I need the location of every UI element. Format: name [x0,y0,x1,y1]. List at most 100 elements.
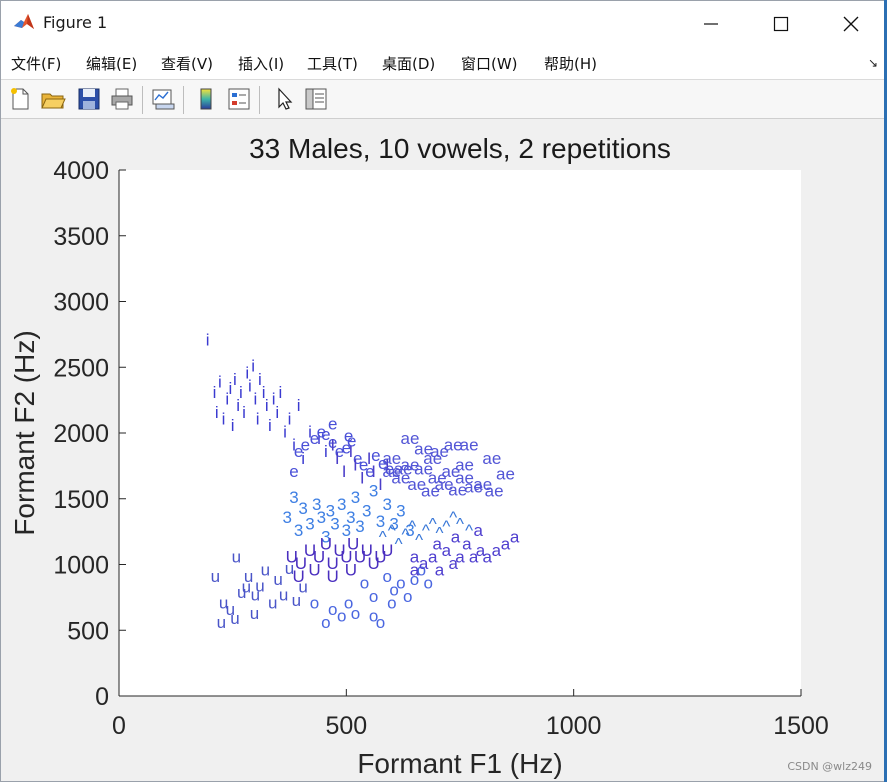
data-point-i: i [242,403,246,422]
data-point-3: 3 [351,488,360,507]
data-point-i: i [251,357,255,376]
title-bar[interactable]: Figure 1 [1,1,886,46]
y-tick-label: 3000 [53,289,109,317]
data-point-u: u [261,561,270,580]
scatter-plot[interactable]: iiiiiiiiiiiiiiiiiiiiiiiiiiiiii iieee eeeee… [1,119,886,781]
print-icon[interactable] [109,86,135,112]
data-point-i: i [279,383,283,402]
figure-canvas-area: iiiiiiiiiiiiiiiiiiiiiiiiiiiiiiiieeeeeeee… [1,119,886,781]
data-point-I: I [335,449,340,468]
data-point-u: u [268,593,277,612]
data-point-e: e [328,415,337,434]
maximize-button[interactable] [746,1,816,46]
data-point-i: i [254,390,258,409]
data-point-i: i [283,422,287,441]
menu-insert[interactable]: 插入(I) [238,53,284,74]
y-axis-label: Formant F2 (Hz) [9,330,40,535]
data-point-o: o [369,587,378,606]
colorbar-icon[interactable] [193,86,219,112]
pointer-icon[interactable] [271,86,297,112]
data-point-U: U [327,567,339,586]
data-point-a: a [473,521,483,540]
y-tick-label: 500 [67,617,109,645]
new-figure-icon[interactable] [7,86,33,112]
data-point-i: i [218,373,222,392]
data-point-ae: ae [455,455,474,474]
menu-window[interactable]: 窗口(W) [461,53,518,74]
data-point-a: a [510,528,520,547]
data-point-3: 3 [294,521,303,540]
menu-view[interactable]: 查看(V) [161,53,213,74]
data-point-e: e [289,462,298,481]
data-point-o: o [387,593,396,612]
x-tick-label: 0 [112,712,126,740]
data-point-o: o [423,574,432,593]
menu-desktop[interactable]: 桌面(D) [382,53,435,74]
data-point-o: o [403,587,412,606]
close-icon [843,16,859,31]
minimize-button[interactable] [676,1,746,46]
data-point-3: 3 [337,495,346,514]
menu-file[interactable]: 文件(F) [11,53,61,74]
data-point-3: 3 [362,501,371,520]
data-point-i: i [222,409,226,428]
matlab-logo-icon [13,12,35,34]
data-point-ae: ae [423,449,442,468]
y-tick-label: 4000 [53,157,109,185]
data-point-I: I [360,469,365,488]
menu-dock-icon[interactable]: ↘ [868,56,878,70]
data-point-I: I [353,455,358,474]
data-point-3: 3 [346,508,355,527]
x-axis-label: Formant F1 (Hz) [357,748,562,779]
data-point-U: U [345,561,357,580]
close-button[interactable] [816,1,886,46]
data-point-3: 3 [317,508,326,527]
y-tick-label: 3500 [53,223,109,251]
x-tick-label: 500 [325,712,367,740]
data-point-ae: ae [394,459,413,478]
data-point-u: u [285,559,294,578]
data-point-3: 3 [289,488,298,507]
data-point-i: i [275,403,279,422]
data-point-3: 3 [369,482,378,501]
data-point-u: u [211,567,220,586]
toolbar-separator [259,86,260,114]
csdn-watermark: CSDN @wlz249 [787,760,872,773]
data-point-u: u [217,613,226,632]
data-point-u: u [242,578,251,597]
menu-help[interactable]: 帮助(H) [544,53,597,74]
data-point-o: o [328,600,337,619]
property-inspector-icon[interactable] [303,86,329,112]
link-plot-icon[interactable] [150,86,176,112]
data-point-u: u [230,609,239,628]
save-icon[interactable] [76,86,102,112]
data-point-i: i [231,416,235,435]
data-point-a: a [435,561,445,580]
chart-title: 33 Males, 10 vowels, 2 repetitions [249,133,671,164]
menu-edit[interactable]: 编辑(E) [86,53,137,74]
data-point-U: U [308,561,320,580]
data-point-u: u [250,604,259,623]
menu-tools[interactable]: 工具(T) [307,53,358,74]
data-point-o: o [310,593,319,612]
data-point-u: u [251,586,260,605]
data-point-ae: ae [485,482,504,501]
data-point-3: 3 [396,501,405,520]
window-title: Figure 1 [43,13,108,32]
y-tick-label: 1000 [53,552,109,580]
data-point-u: u [298,578,307,597]
data-point-i: i [233,370,237,389]
data-point-i: i [215,403,219,422]
data-point-o: o [369,607,378,626]
data-point-o: o [351,604,360,623]
data-point-U: U [381,541,393,560]
legend-icon[interactable] [226,86,252,112]
data-point-i: i [248,376,252,395]
data-point-3: 3 [383,495,392,514]
data-point-i: i [239,383,243,402]
open-file-icon[interactable] [40,86,66,112]
figure-toolbar [1,80,886,119]
data-point-u: u [232,547,241,566]
figure-window: Figure 1 文件(F) 编辑(E) 查看(V) 插入(I) 工具(T) 桌… [0,0,887,782]
data-point-I: I [342,462,347,481]
